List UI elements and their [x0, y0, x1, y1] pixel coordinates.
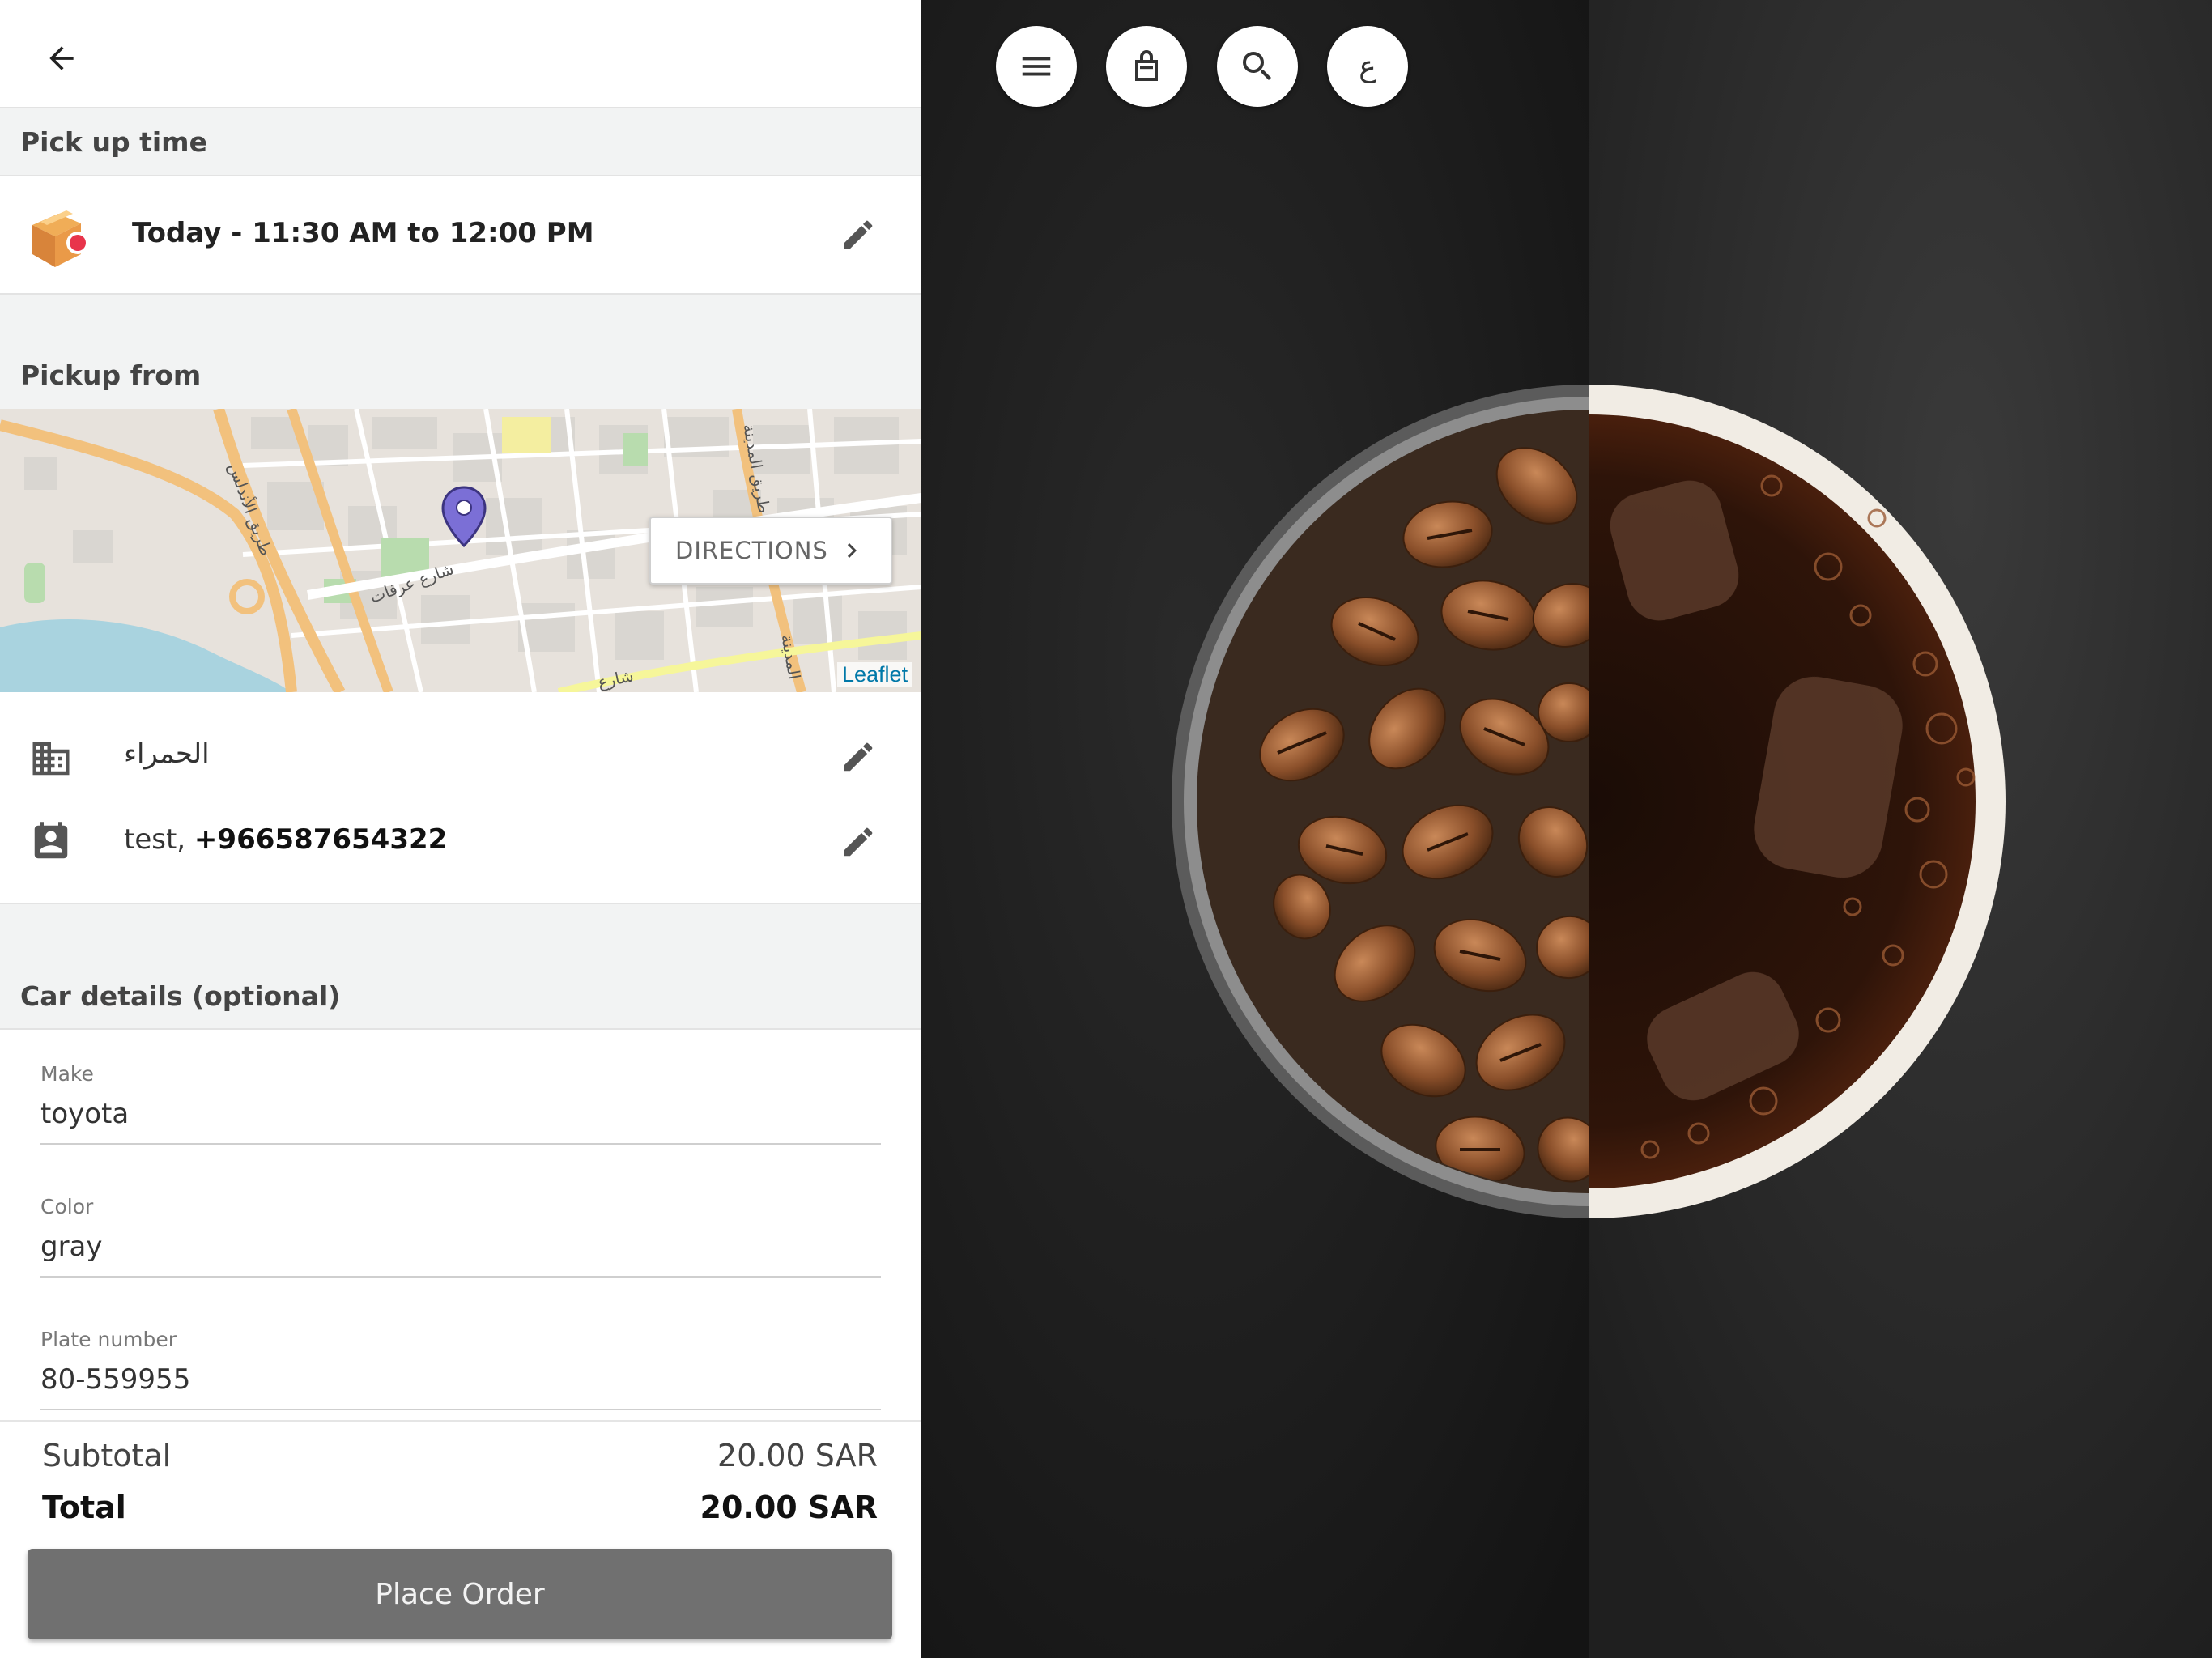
total-label: Total [42, 1490, 126, 1525]
chevron-right-icon [847, 543, 857, 558]
make-label: Make [40, 1062, 94, 1086]
edit-pickup-time-button[interactable] [832, 209, 884, 261]
make-input[interactable]: toyota [40, 1098, 129, 1130]
pickup-time-row[interactable]: Today - 11:30 AM to 12:00 PM [0, 176, 921, 295]
edit-branch-button[interactable] [832, 731, 884, 783]
color-input[interactable]: gray [40, 1231, 103, 1263]
directions-label: DIRECTIONS [675, 537, 828, 564]
color-label: Color [40, 1195, 94, 1218]
edit-contact-button[interactable] [832, 816, 884, 868]
coffee-hero-image [921, 0, 2212, 1658]
total-value: 20.00 SAR [700, 1490, 878, 1525]
subtotal-line: Subtotal 20.00 SAR [42, 1438, 878, 1478]
contact-name: test, [124, 823, 194, 856]
checkout-panel: Pick up time Today - 11:30 AM to 12:00 P… [0, 0, 921, 1658]
contact-phone: +966587654322 [194, 823, 448, 856]
pickup-time-value: Today - 11:30 AM to 12:00 PM [132, 217, 594, 249]
plate-number-input[interactable]: 80-559955 [40, 1363, 190, 1396]
shopping-bag-icon [1135, 50, 1158, 81]
pickup-details: الحمراء test, +966587654322 [0, 692, 921, 904]
make-field[interactable]: Make toyota [40, 1051, 881, 1145]
arrow-back-icon [49, 46, 74, 70]
color-field[interactable]: Color gray [40, 1184, 881, 1278]
pickup-from-title: Pickup from [20, 359, 202, 391]
contact-card-icon [34, 822, 68, 859]
building-icon [32, 742, 70, 776]
car-details-header: Car details (optional) [0, 904, 921, 1030]
pickup-time-header: Pick up time [0, 108, 921, 176]
language-label: ع [1359, 49, 1376, 83]
total-line: Total 20.00 SAR [42, 1490, 878, 1530]
plate-number-field[interactable]: Plate number 80-559955 [40, 1316, 881, 1410]
hero-image-panel: ع [921, 0, 2212, 1658]
plate-number-label: Plate number [40, 1328, 177, 1351]
place-order-button[interactable]: Place Order [28, 1549, 892, 1639]
search-icon [1243, 52, 1271, 80]
directions-button[interactable]: DIRECTIONS [649, 517, 892, 585]
subtotal-value: 20.00 SAR [717, 1438, 878, 1473]
menu-icon [1022, 57, 1051, 76]
pencil-icon [844, 742, 873, 772]
branch-name: الحمراء [124, 738, 210, 770]
back-button[interactable] [32, 29, 91, 87]
top-bar [0, 0, 921, 108]
leaflet-attribution-link[interactable]: Leaflet [837, 662, 913, 687]
car-details-title: Car details (optional) [20, 980, 341, 1012]
map-pin-icon[interactable] [440, 486, 487, 549]
package-box-icon [32, 210, 89, 267]
language-button[interactable]: ع [1327, 26, 1408, 107]
pickup-time-title: Pick up time [20, 126, 207, 158]
pencil-icon [844, 220, 873, 249]
pickup-from-header: Pickup from [0, 295, 921, 409]
search-button[interactable] [1217, 26, 1298, 107]
cart-button[interactable] [1106, 26, 1187, 107]
contact-info: test, +966587654322 [124, 823, 447, 856]
subtotal-label: Subtotal [42, 1438, 172, 1473]
menu-button[interactable] [996, 26, 1077, 107]
pencil-icon [844, 827, 873, 857]
